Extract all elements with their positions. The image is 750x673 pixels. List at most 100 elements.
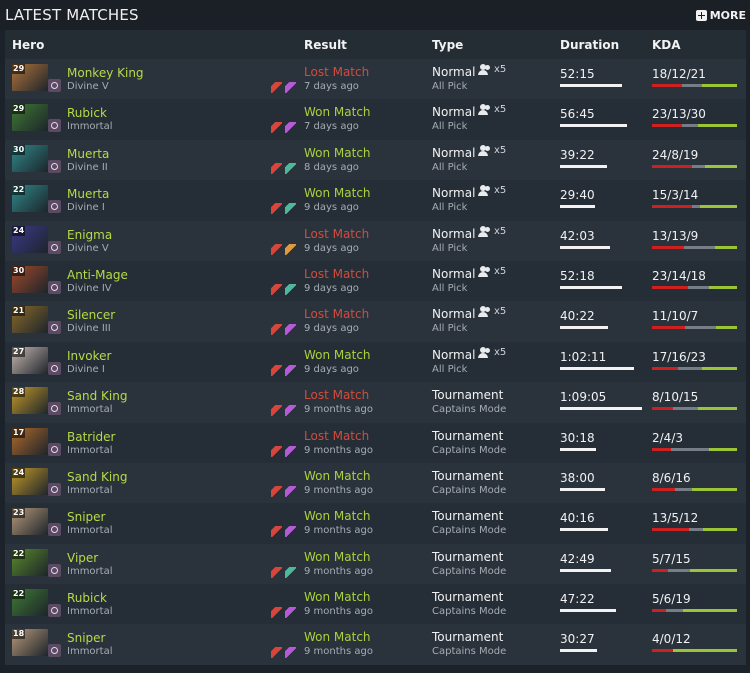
match-result[interactable]: Won Match (304, 146, 371, 160)
rank-icon (48, 159, 61, 173)
result-column-header[interactable]: Result (304, 38, 347, 52)
kda-bar (652, 84, 737, 87)
hero-name[interactable]: Sand King (67, 470, 127, 484)
purple-item-icon (285, 607, 296, 619)
duration-column-header[interactable]: Duration (560, 38, 619, 52)
party-count: x5 (494, 265, 507, 277)
hero-level: 28 (12, 387, 26, 398)
more-button[interactable]: MORE (695, 9, 746, 22)
hero-name[interactable]: Batrider (67, 430, 116, 444)
hero-portrait[interactable]: 30 (12, 265, 48, 293)
hero-portrait[interactable]: 22 (12, 185, 48, 213)
game-mode: Captains Mode (432, 646, 507, 658)
deaths-segment (688, 528, 703, 532)
match-result[interactable]: Won Match (304, 509, 371, 523)
match-row[interactable]: 30 Muerta Divine II Won Match 8 days ago… (5, 139, 746, 181)
hero-name[interactable]: Invoker (67, 349, 111, 363)
match-duration: 39:22 (560, 147, 595, 162)
match-result[interactable]: Lost Match (304, 429, 369, 443)
hero-portrait[interactable]: 24 (12, 467, 48, 495)
match-row[interactable]: 28 Sand King Immortal Lost Match 9 month… (5, 382, 746, 423)
match-result[interactable]: Won Match (304, 630, 371, 644)
hero-portrait[interactable]: 28 (12, 387, 48, 415)
purple-item-icon (285, 485, 296, 497)
party-size: x5 (478, 104, 507, 116)
hero-portrait[interactable]: 29 (12, 104, 48, 132)
hero-name[interactable]: Rubick (67, 591, 107, 605)
hero-portrait[interactable]: 21 (12, 306, 48, 334)
match-row[interactable]: 29 Monkey King Divine V Lost Match 7 day… (5, 59, 746, 100)
kda-column-header[interactable]: KDA (652, 38, 681, 52)
party-icon (478, 225, 493, 237)
lobby-type: Tournament (432, 549, 504, 564)
match-row[interactable]: 27 Invoker Divine I Won Match 9 days ago… (5, 341, 746, 383)
hero-level: 27 (12, 346, 26, 357)
match-row[interactable]: 18 Sniper Immortal Won Match 9 months ag… (5, 624, 746, 665)
match-result[interactable]: Won Match (304, 186, 371, 200)
match-time: 9 days ago (304, 323, 359, 335)
match-result[interactable]: Won Match (304, 550, 371, 564)
match-result[interactable]: Lost Match (304, 388, 369, 402)
hero-portrait[interactable]: 22 (12, 589, 48, 617)
hero-portrait[interactable]: 30 (12, 144, 48, 172)
hero-portrait[interactable]: 22 (12, 548, 48, 576)
match-time: 9 days ago (304, 363, 359, 375)
hero-name[interactable]: Muerta (67, 147, 109, 161)
match-row[interactable]: 22 Viper Immortal Won Match 9 months ago… (5, 543, 746, 585)
hero-name[interactable]: Sand King (67, 389, 127, 403)
hero-name[interactable]: Silencer (67, 308, 115, 322)
hero-name[interactable]: Rubick (67, 106, 107, 120)
type-column-header[interactable]: Type (432, 38, 463, 52)
duration-bar (560, 366, 634, 370)
lobby-type: Tournament (432, 468, 504, 483)
hero-name[interactable]: Anti-Mage (67, 268, 128, 282)
hero-column-header[interactable]: Hero (12, 38, 44, 52)
match-row[interactable]: 23 Sniper Immortal Won Match 9 months ag… (5, 503, 746, 544)
rank-icon (48, 402, 61, 416)
red-item-icon (271, 203, 282, 215)
match-result[interactable]: Won Match (304, 469, 371, 483)
lobby-type: Normal (432, 266, 476, 281)
match-row[interactable]: 22 Muerta Divine I Won Match 9 days ago … (5, 180, 746, 221)
hero-name[interactable]: Enigma (67, 228, 112, 242)
match-row[interactable]: 17 Batrider Immortal Lost Match 9 months… (5, 422, 746, 463)
match-row[interactable]: 29 Rubick Immortal Won Match 7 days ago … (5, 99, 746, 140)
party-icon (478, 104, 493, 116)
party-count: x5 (494, 225, 507, 237)
hero-name[interactable]: Muerta (67, 187, 109, 201)
match-result[interactable]: Won Match (304, 105, 371, 119)
match-row[interactable]: 24 Enigma Divine V Lost Match 9 days ago… (5, 220, 746, 261)
hero-name[interactable]: Sniper (67, 510, 106, 524)
match-result[interactable]: Lost Match (304, 65, 369, 79)
duration-bar (560, 487, 605, 491)
match-result[interactable]: Lost Match (304, 307, 369, 321)
hero-rank: Divine V (67, 242, 109, 254)
hero-portrait[interactable]: 29 (12, 64, 48, 91)
hero-portrait[interactable]: 24 (12, 225, 48, 253)
match-row[interactable]: 21 Silencer Divine III Lost Match 9 days… (5, 301, 746, 342)
hero-level: 30 (12, 265, 26, 276)
hero-portrait[interactable]: 17 (12, 427, 48, 455)
duration-bar (560, 84, 622, 87)
match-result[interactable]: Lost Match (304, 267, 369, 281)
hero-portrait[interactable]: 18 (12, 629, 48, 657)
item-icons (271, 445, 296, 457)
deaths-segment (683, 245, 716, 249)
match-result[interactable]: Lost Match (304, 227, 369, 241)
hero-portrait[interactable]: 23 (12, 508, 48, 536)
match-result[interactable]: Won Match (304, 348, 371, 362)
kda-value: 5/7/15 (652, 551, 691, 566)
match-result[interactable]: Won Match (304, 590, 371, 604)
hero-portrait[interactable]: 27 (12, 346, 48, 374)
match-row[interactable]: 30 Anti-Mage Divine IV Lost Match 9 days… (5, 260, 746, 302)
game-mode: Captains Mode (432, 565, 507, 577)
hero-name[interactable]: Viper (67, 551, 98, 565)
kda-value: 4/0/12 (652, 632, 691, 647)
match-row[interactable]: 24 Sand King Immortal Won Match 9 months… (5, 462, 746, 504)
hero-name[interactable]: Monkey King (67, 66, 144, 80)
hero-name[interactable]: Sniper (67, 631, 106, 645)
lobby-type: Normal (432, 226, 476, 241)
hero-rank: Immortal (67, 606, 113, 618)
match-row[interactable]: 22 Rubick Immortal Won Match 9 months ag… (5, 584, 746, 625)
party-count: x5 (494, 104, 507, 116)
